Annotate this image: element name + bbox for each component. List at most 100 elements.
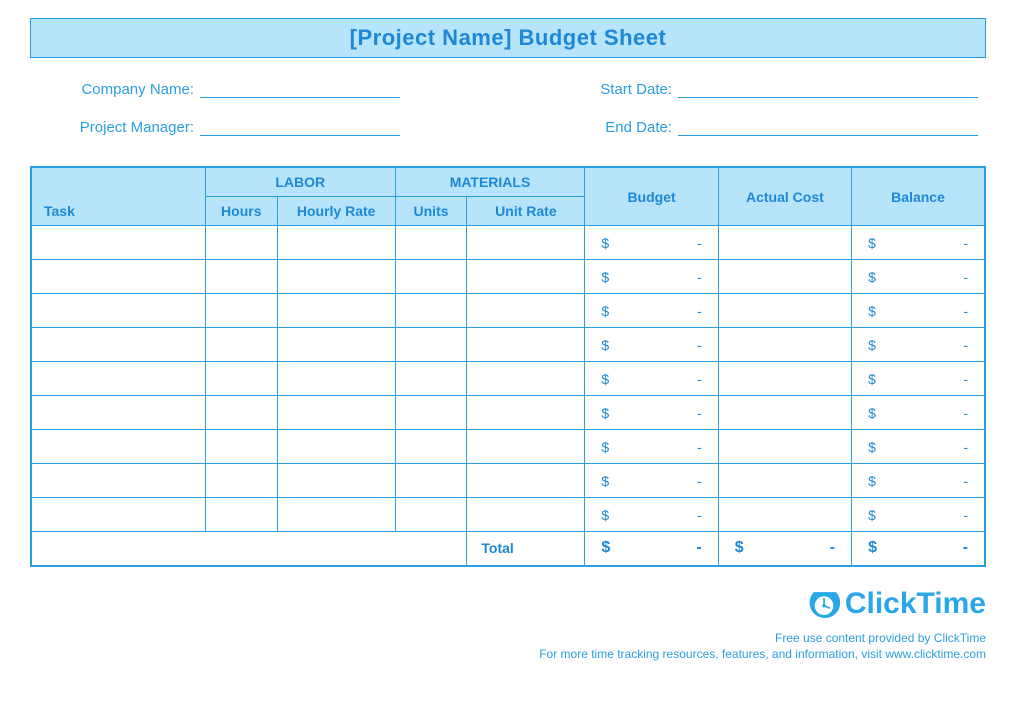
balance-cell[interactable]: $- xyxy=(852,396,985,430)
actual-cost-cell[interactable] xyxy=(718,396,851,430)
table-row: $- $- xyxy=(31,430,985,464)
hourly-rate-cell[interactable] xyxy=(277,328,395,362)
hours-cell[interactable] xyxy=(205,260,277,294)
unit-rate-cell[interactable] xyxy=(467,260,585,294)
budget-cell[interactable]: $- xyxy=(585,294,718,328)
units-cell[interactable] xyxy=(395,464,467,498)
balance-cell[interactable]: $- xyxy=(852,226,985,260)
total-budget: $- xyxy=(585,532,718,566)
hours-cell[interactable] xyxy=(205,430,277,464)
task-cell[interactable] xyxy=(31,396,205,430)
company-name-label: Company Name: xyxy=(30,81,200,98)
hourly-rate-cell[interactable] xyxy=(277,294,395,328)
hours-cell[interactable] xyxy=(205,226,277,260)
col-unit-rate: Unit Rate xyxy=(467,197,585,226)
balance-cell[interactable]: $- xyxy=(852,260,985,294)
footer: ClickTime Free use content provided by C… xyxy=(30,587,986,661)
hourly-rate-cell[interactable] xyxy=(277,464,395,498)
table-row: $- $- xyxy=(31,294,985,328)
end-date-label: End Date: xyxy=(508,119,678,136)
actual-cost-cell[interactable] xyxy=(718,464,851,498)
budget-cell[interactable]: $- xyxy=(585,362,718,396)
balance-cell[interactable]: $- xyxy=(852,362,985,396)
unit-rate-cell[interactable] xyxy=(467,226,585,260)
task-cell[interactable] xyxy=(31,294,205,328)
task-cell[interactable] xyxy=(31,430,205,464)
col-materials: MATERIALS xyxy=(395,167,585,197)
units-cell[interactable] xyxy=(395,260,467,294)
unit-rate-cell[interactable] xyxy=(467,396,585,430)
units-cell[interactable] xyxy=(395,362,467,396)
start-date-input[interactable] xyxy=(678,80,978,98)
budget-cell[interactable]: $- xyxy=(585,464,718,498)
balance-cell[interactable]: $- xyxy=(852,498,985,532)
budget-cell[interactable]: $- xyxy=(585,328,718,362)
units-cell[interactable] xyxy=(395,498,467,532)
hourly-rate-cell[interactable] xyxy=(277,260,395,294)
hourly-rate-cell[interactable] xyxy=(277,498,395,532)
actual-cost-cell[interactable] xyxy=(718,430,851,464)
table-row: $- $- xyxy=(31,464,985,498)
footer-line2: For more time tracking resources, featur… xyxy=(30,647,986,661)
hours-cell[interactable] xyxy=(205,396,277,430)
hours-cell[interactable] xyxy=(205,362,277,396)
actual-cost-cell[interactable] xyxy=(718,498,851,532)
task-cell[interactable] xyxy=(31,328,205,362)
table-row: $- $- xyxy=(31,226,985,260)
hourly-rate-cell[interactable] xyxy=(277,430,395,464)
project-manager-label: Project Manager: xyxy=(30,119,200,136)
table-row: $- $- xyxy=(31,396,985,430)
hours-cell[interactable] xyxy=(205,328,277,362)
task-cell[interactable] xyxy=(31,260,205,294)
units-cell[interactable] xyxy=(395,396,467,430)
unit-rate-cell[interactable] xyxy=(467,294,585,328)
project-manager-input[interactable] xyxy=(200,118,400,136)
units-cell[interactable] xyxy=(395,226,467,260)
meta-section: Company Name: Project Manager: Start Dat… xyxy=(30,80,986,156)
units-cell[interactable] xyxy=(395,294,467,328)
start-date-label: Start Date: xyxy=(508,81,678,98)
budget-cell[interactable]: $- xyxy=(585,260,718,294)
hourly-rate-cell[interactable] xyxy=(277,226,395,260)
hourly-rate-cell[interactable] xyxy=(277,362,395,396)
balance-cell[interactable]: $- xyxy=(852,328,985,362)
actual-cost-cell[interactable] xyxy=(718,328,851,362)
actual-cost-cell[interactable] xyxy=(718,260,851,294)
total-balance: $- xyxy=(852,532,985,566)
clicktime-logo: ClickTime xyxy=(807,587,986,621)
task-cell[interactable] xyxy=(31,362,205,396)
balance-cell[interactable]: $- xyxy=(852,430,985,464)
hours-cell[interactable] xyxy=(205,464,277,498)
budget-cell[interactable]: $- xyxy=(585,226,718,260)
unit-rate-cell[interactable] xyxy=(467,464,585,498)
company-name-input[interactable] xyxy=(200,80,400,98)
col-actual: Actual Cost xyxy=(718,167,851,226)
task-cell[interactable] xyxy=(31,226,205,260)
units-cell[interactable] xyxy=(395,328,467,362)
units-cell[interactable] xyxy=(395,430,467,464)
col-hours: Hours xyxy=(205,197,277,226)
unit-rate-cell[interactable] xyxy=(467,498,585,532)
col-task: Task xyxy=(31,167,205,226)
actual-cost-cell[interactable] xyxy=(718,294,851,328)
actual-cost-cell[interactable] xyxy=(718,362,851,396)
hours-cell[interactable] xyxy=(205,294,277,328)
page-title: [Project Name] Budget Sheet xyxy=(30,18,986,58)
unit-rate-cell[interactable] xyxy=(467,328,585,362)
task-cell[interactable] xyxy=(31,498,205,532)
end-date-input[interactable] xyxy=(678,118,978,136)
clock-icon xyxy=(807,587,841,621)
hours-cell[interactable] xyxy=(205,498,277,532)
table-row: $- $- xyxy=(31,260,985,294)
unit-rate-cell[interactable] xyxy=(467,362,585,396)
budget-cell[interactable]: $- xyxy=(585,396,718,430)
task-cell[interactable] xyxy=(31,464,205,498)
total-row: Total $- $- $- xyxy=(31,532,985,566)
hourly-rate-cell[interactable] xyxy=(277,396,395,430)
budget-cell[interactable]: $- xyxy=(585,430,718,464)
budget-cell[interactable]: $- xyxy=(585,498,718,532)
actual-cost-cell[interactable] xyxy=(718,226,851,260)
balance-cell[interactable]: $- xyxy=(852,294,985,328)
unit-rate-cell[interactable] xyxy=(467,430,585,464)
balance-cell[interactable]: $- xyxy=(852,464,985,498)
